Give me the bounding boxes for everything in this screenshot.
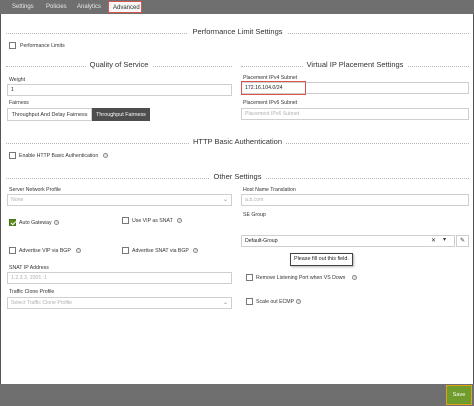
scale-out-ecmp-label: Scale out ECMP: [256, 299, 295, 305]
remove-listening-port-checkbox[interactable]: [246, 274, 253, 281]
advanced-settings-panel: Performance Limit Settings Performance L…: [0, 14, 474, 384]
se-group-select[interactable]: Default-Group: [241, 235, 455, 247]
qos-section: Quality of Service: [6, 60, 232, 72]
help-icon: ?: [177, 218, 182, 223]
advertise-vip-bgp-label: Advertise VIP via BGP: [19, 248, 71, 254]
remove-listening-port-label: Remove Listening Port when VS Down: [256, 275, 346, 281]
performance-limits-label: Performance Limits: [20, 43, 65, 49]
other-settings-title: Other Settings: [209, 172, 266, 181]
help-icon: ?: [352, 275, 357, 280]
advertise-vip-bgp-checkbox[interactable]: [9, 247, 16, 254]
fairness-throughput-button[interactable]: Throughput Fairness: [92, 108, 150, 121]
tab-settings[interactable]: Settings: [8, 1, 38, 13]
other-settings-section: Other Settings: [6, 171, 469, 185]
auto-gateway-label: Auto Gateway: [19, 220, 52, 226]
footer-bar: [0, 384, 474, 406]
chevron-down-icon: ⌄: [223, 197, 229, 203]
help-icon: ?: [54, 220, 59, 225]
http-auth-checkbox[interactable]: [9, 152, 16, 159]
tab-advanced[interactable]: Advanced: [108, 1, 142, 13]
snat-ip-input[interactable]: 1.2.3.3, 2001::1: [7, 272, 232, 284]
vip-placement-title: Virtual IP Placement Settings: [302, 60, 408, 69]
help-icon: ?: [76, 248, 81, 253]
chevron-down-icon[interactable]: ▾: [443, 236, 446, 243]
help-icon: ?: [103, 153, 108, 158]
placement-ipv6-label: Placement IPv6 Subnet: [243, 100, 298, 106]
performance-limits-checkbox[interactable]: [9, 42, 16, 49]
clear-icon[interactable]: ✕: [431, 237, 436, 244]
weight-label: Weight: [9, 77, 26, 83]
host-name-translation-input[interactable]: a.b.com: [241, 194, 469, 206]
auto-gateway-checkbox[interactable]: [9, 219, 16, 226]
save-button[interactable]: Save: [446, 385, 472, 405]
tab-policies[interactable]: Policies: [42, 1, 71, 13]
performance-limit-section: Performance Limit Settings: [6, 26, 469, 40]
help-icon: ?: [296, 299, 301, 304]
se-group-label: SE Group: [243, 212, 266, 218]
use-vip-snat-checkbox[interactable]: [122, 217, 129, 224]
traffic-clone-label: Traffic Clone Profile: [9, 289, 55, 295]
snat-ip-label: SNAT IP Address: [9, 265, 49, 271]
http-auth-label: Enable HTTP Basic Authentication: [19, 153, 99, 159]
tab-analytics[interactable]: Analytics: [73, 1, 105, 13]
advertise-snat-bgp-checkbox[interactable]: [122, 247, 129, 254]
chevron-down-icon: ⌄: [223, 300, 229, 306]
traffic-clone-select[interactable]: Select Traffic Clone Profile: [7, 297, 232, 309]
http-auth-title: HTTP Basic Authentication: [188, 137, 287, 146]
server-network-profile-label: Server Network Profile: [9, 187, 61, 193]
edit-pencil-icon[interactable]: ✎: [456, 235, 469, 247]
use-vip-snat-label: Use VIP as SNAT: [132, 218, 173, 224]
vip-placement-section: Virtual IP Placement Settings: [241, 60, 469, 72]
performance-limit-title: Performance Limit Settings: [188, 27, 287, 36]
weight-input[interactable]: 1: [7, 84, 232, 96]
tab-bar: Settings Policies Analytics Advanced: [0, 0, 474, 14]
ipv4-highlight-box: [241, 81, 306, 95]
placement-ipv6-input[interactable]: Placement IPv6 Subnet: [241, 108, 469, 120]
scale-out-ecmp-checkbox[interactable]: [246, 298, 253, 305]
host-name-translation-label: Host Name Translation: [243, 187, 296, 193]
fairness-throughput-delay-button[interactable]: Throughput And Delay Fairness: [7, 108, 92, 121]
qos-title: Quality of Service: [85, 60, 153, 69]
fairness-label: Fairness: [9, 100, 29, 106]
advertise-snat-bgp-label: Advertise SNAT via BGP: [132, 248, 189, 254]
validation-tooltip: Please fill out this field.: [290, 253, 353, 266]
server-network-profile-select[interactable]: None: [7, 194, 232, 206]
http-auth-section: HTTP Basic Authentication: [6, 136, 469, 150]
help-icon: ?: [193, 248, 198, 253]
